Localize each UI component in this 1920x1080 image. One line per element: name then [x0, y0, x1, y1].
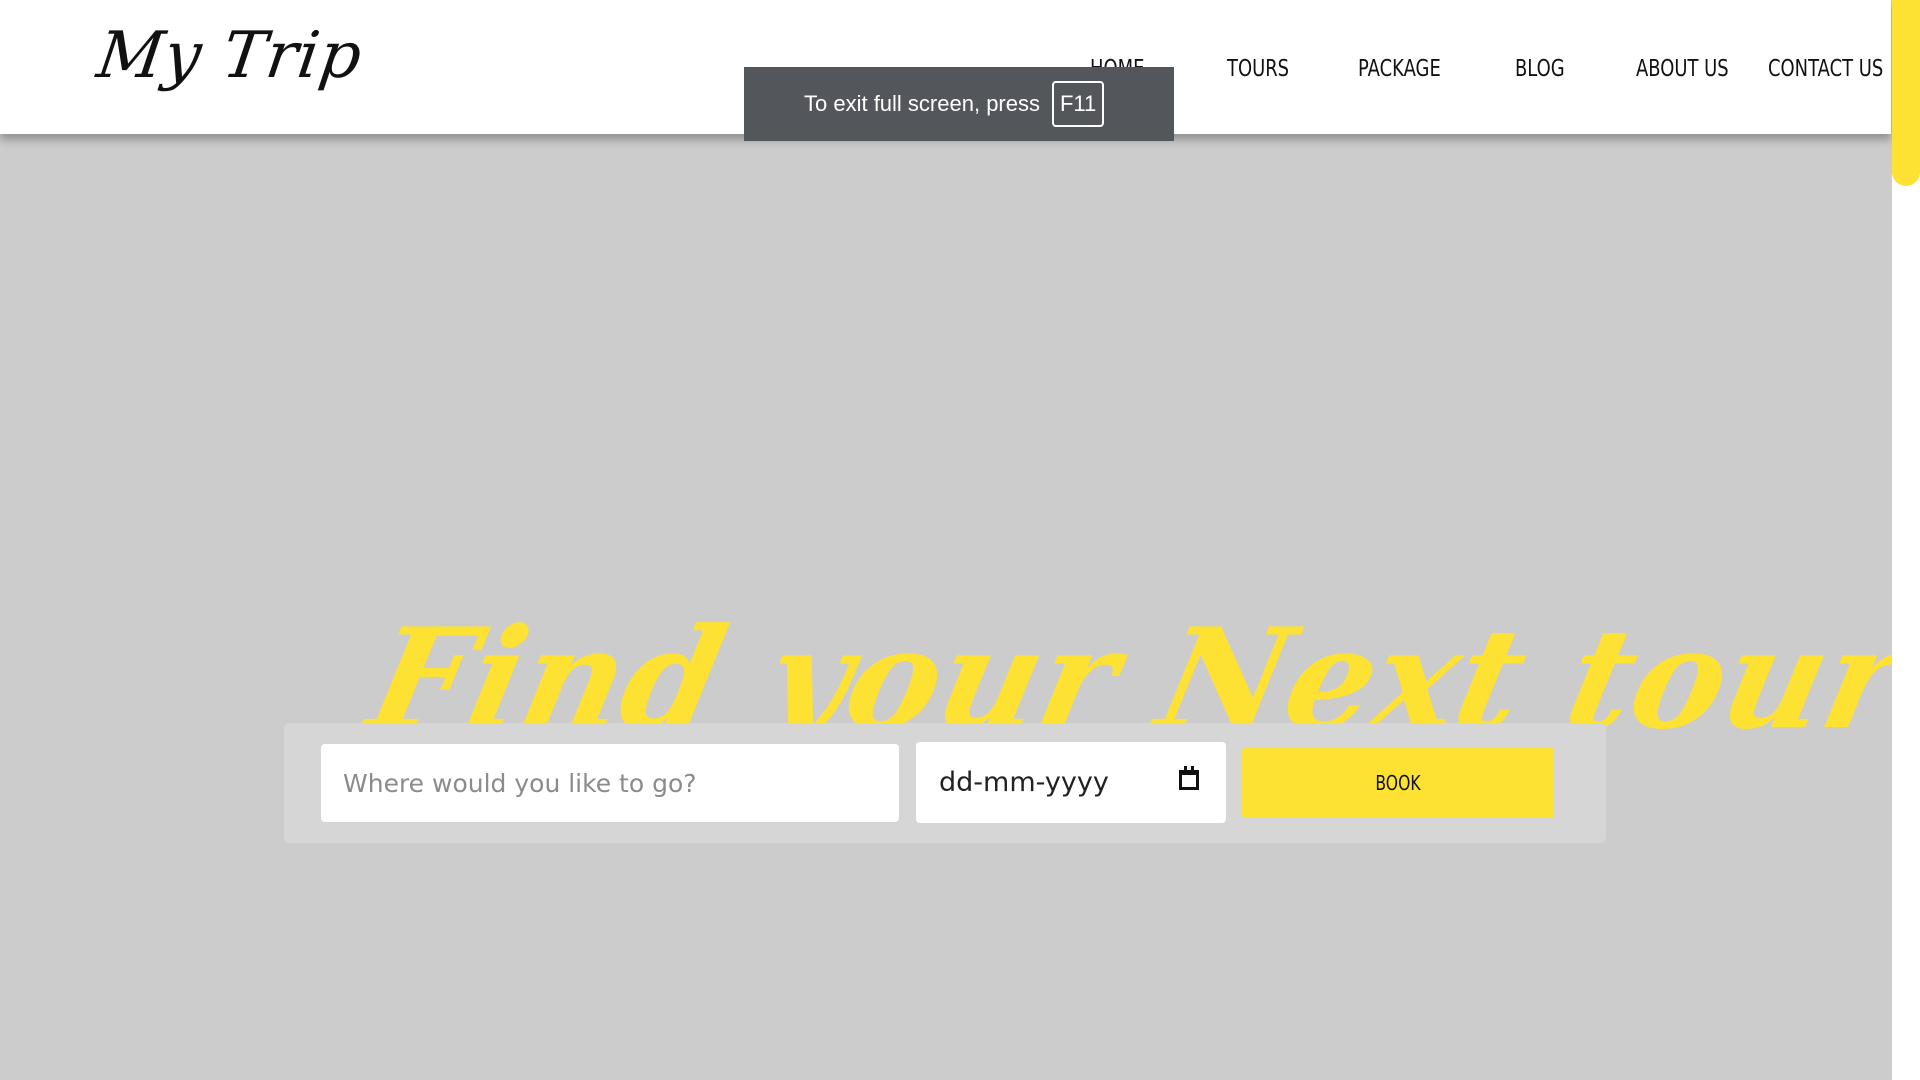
nav-package-link[interactable]: PACKAGE — [1358, 58, 1441, 81]
nav-about-us-link[interactable]: ABOUT US — [1636, 58, 1729, 81]
destination-input[interactable] — [321, 744, 899, 822]
tour-booking-form: dd-mm-yyyy BOOK — [284, 723, 1606, 843]
nav-contact-us-link[interactable]: CONTACT US — [1768, 58, 1883, 81]
f11-key-badge: F11 — [1051, 81, 1105, 127]
calendar-icon[interactable] — [1179, 766, 1199, 790]
fullscreen-notice-message: To exit full screen, press — [804, 91, 1040, 116]
vertical-scrollbar-thumb[interactable] — [1892, 0, 1920, 186]
browser-page: My Trip HOME TOURS PACKAGE BLOG ABOUT US… — [0, 0, 1920, 1080]
book-button-label: BOOK — [1375, 771, 1421, 795]
site-logo[interactable]: My Trip — [93, 19, 367, 93]
fullscreen-exit-notice: To exit full screen, press F11 — [744, 67, 1174, 141]
nav-blog-link[interactable]: BLOG — [1515, 58, 1565, 81]
date-input[interactable]: dd-mm-yyyy — [916, 742, 1226, 823]
nav-tours-link[interactable]: TOURS — [1227, 58, 1289, 81]
book-button[interactable]: BOOK — [1242, 748, 1554, 818]
